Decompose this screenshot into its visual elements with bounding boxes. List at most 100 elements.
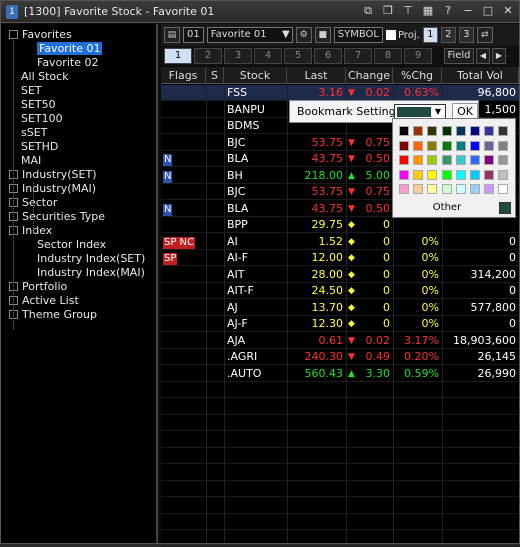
pin-icon[interactable]: ⊤ (401, 4, 415, 18)
tab-9[interactable]: 9 (404, 48, 432, 64)
color-swatch[interactable] (413, 126, 424, 136)
table-row[interactable] (161, 415, 519, 431)
color-swatch[interactable] (427, 155, 438, 165)
tree-item-mai[interactable]: MAI (21, 154, 41, 167)
column-header-total-vol[interactable]: Total Vol (442, 67, 519, 84)
table-row[interactable]: .AUTO 560.43 ▲ 3.30 0.59% 26,990 (161, 366, 519, 382)
favorite-number[interactable]: 01 (183, 27, 204, 43)
table-row[interactable]: .AGRI 240.30 ▼ 0.49 0.20% 26,145 (161, 349, 519, 365)
settings-gear-icon[interactable]: ⚙ (295, 27, 312, 43)
minimize-icon[interactable]: − (461, 4, 475, 18)
color-swatch[interactable] (498, 140, 509, 151)
color-swatch[interactable] (399, 140, 409, 151)
tab-5[interactable]: 5 (284, 48, 312, 64)
tree-item-set100[interactable]: SET100 (21, 112, 63, 125)
column-header-stock[interactable]: Stock (224, 67, 287, 84)
color-swatch[interactable] (455, 140, 466, 151)
tree-item-index[interactable]: Index (9, 224, 52, 237)
stock-list-icon[interactable]: ▤ (164, 27, 180, 43)
refresh-icon[interactable]: ⇄ (476, 27, 493, 43)
color-swatch[interactable] (470, 126, 480, 136)
tab-4[interactable]: 4 (254, 48, 282, 64)
page-button-1[interactable]: 1 (422, 27, 438, 43)
color-swatch[interactable] (413, 140, 424, 151)
page-button-3[interactable]: 3 (458, 27, 474, 43)
color-swatch[interactable] (413, 184, 424, 194)
color-swatch[interactable] (484, 169, 495, 180)
table-row[interactable]: AJ-F 12.30 ◆ 0 0% 0 (161, 316, 519, 332)
color-swatch[interactable] (470, 140, 480, 151)
color-swatch[interactable] (455, 126, 466, 136)
table-row[interactable] (161, 382, 519, 398)
color-swatch[interactable] (413, 155, 424, 165)
table-row[interactable] (161, 432, 519, 448)
table-row[interactable]: AIT-F 24.50 ◆ 0 0% 0 (161, 283, 519, 299)
table-row[interactable]: AJA 0.61 ▼ 0.02 3.17% 18,903,600 (161, 333, 519, 349)
color-swatch[interactable] (455, 155, 466, 165)
symbol-button[interactable]: SYMBOL (333, 27, 383, 43)
other-color-swatch[interactable] (499, 202, 511, 214)
color-swatch[interactable] (399, 155, 409, 165)
page-button-2[interactable]: 2 (440, 27, 456, 43)
table-row[interactable]: SP AI-F 12.00 ◆ 0 0% 0 (161, 250, 519, 266)
tree-item-favorite-02[interactable]: Favorite 02 (37, 56, 98, 69)
column-header-change[interactable]: Change (346, 67, 393, 84)
color-square-icon[interactable]: ■ (314, 27, 331, 43)
table-row[interactable] (161, 399, 519, 415)
color-swatch[interactable] (413, 169, 424, 180)
color-swatch[interactable] (427, 169, 438, 180)
table-row[interactable] (161, 498, 519, 514)
help-icon[interactable]: ? (441, 4, 455, 18)
layout-icon[interactable]: ▦ (421, 4, 435, 18)
scroll-left-icon[interactable]: ◀ (476, 48, 490, 64)
table-row[interactable] (161, 531, 519, 547)
table-row[interactable] (161, 465, 519, 481)
tree-item-portfolio[interactable]: Portfolio (9, 280, 67, 293)
tree-item-set[interactable]: SET (21, 84, 42, 97)
color-swatch[interactable] (498, 155, 509, 165)
tab-3[interactable]: 3 (224, 48, 252, 64)
table-row[interactable]: SP NC AI 1.52 ◆ 0 0% 0 (161, 234, 519, 250)
color-swatch[interactable] (484, 140, 495, 151)
copy-icon[interactable]: ❐ (381, 4, 395, 18)
tab-2[interactable]: 2 (194, 48, 222, 64)
tree-item-industry-mai[interactable]: Industry(MAI) (9, 182, 96, 195)
tree-expander-icon[interactable] (9, 30, 18, 39)
tree-item-all-stock[interactable]: All Stock (21, 70, 69, 83)
color-swatch[interactable] (441, 184, 452, 194)
color-swatch[interactable] (455, 184, 466, 194)
proj-checkbox[interactable]: Proj. (385, 30, 420, 41)
color-swatch[interactable] (470, 155, 480, 165)
other-color-button[interactable]: Other (397, 200, 497, 216)
color-swatch[interactable] (427, 126, 438, 136)
tree-item-favorites[interactable]: Favorites (9, 28, 72, 41)
tree-item-sethd[interactable]: SETHD (21, 140, 58, 153)
color-swatch[interactable] (498, 169, 509, 180)
color-swatch[interactable] (399, 126, 409, 136)
favorite-select[interactable]: Favorite 01 ▼ (206, 27, 293, 43)
tab-7[interactable]: 7 (344, 48, 372, 64)
tab-6[interactable]: 6 (314, 48, 342, 64)
table-row[interactable]: AIT 28.00 ◆ 0 0% 314,200 (161, 267, 519, 283)
link-icon[interactable]: ⧉ (361, 4, 375, 18)
tree-item-industry-index-set[interactable]: Industry Index(SET) (37, 252, 145, 265)
tree-item-industry-set[interactable]: Industry(SET) (9, 168, 96, 181)
table-row[interactable] (161, 514, 519, 530)
tab-8[interactable]: 8 (374, 48, 402, 64)
color-swatch[interactable] (427, 140, 438, 151)
tree-item-securities-type[interactable]: Securities Type (9, 210, 105, 223)
color-swatch[interactable] (470, 169, 480, 180)
maximize-icon[interactable]: □ (481, 4, 495, 18)
table-row[interactable] (161, 481, 519, 497)
column-header-last[interactable]: Last (287, 67, 346, 84)
tree-item-industry-index-mai[interactable]: Industry Index(MAI) (37, 266, 145, 279)
table-row[interactable]: AJ 13.70 ◆ 0 0% 577,800 (161, 300, 519, 316)
color-swatch[interactable] (441, 126, 452, 136)
column-header--chg[interactable]: %Chg (393, 67, 442, 84)
column-header-flags[interactable]: Flags (161, 67, 206, 84)
color-swatch[interactable] (441, 155, 452, 165)
tab-1[interactable]: 1 (164, 48, 192, 64)
color-swatch[interactable] (498, 184, 509, 194)
tree-item-favorite-01[interactable]: Favorite 01 (37, 42, 103, 55)
color-swatch[interactable] (455, 169, 466, 180)
